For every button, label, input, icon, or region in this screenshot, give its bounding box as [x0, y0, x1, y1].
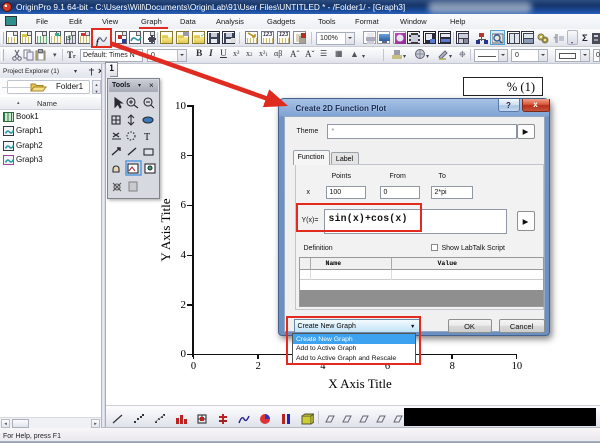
svg-text:T: T	[144, 132, 150, 143]
